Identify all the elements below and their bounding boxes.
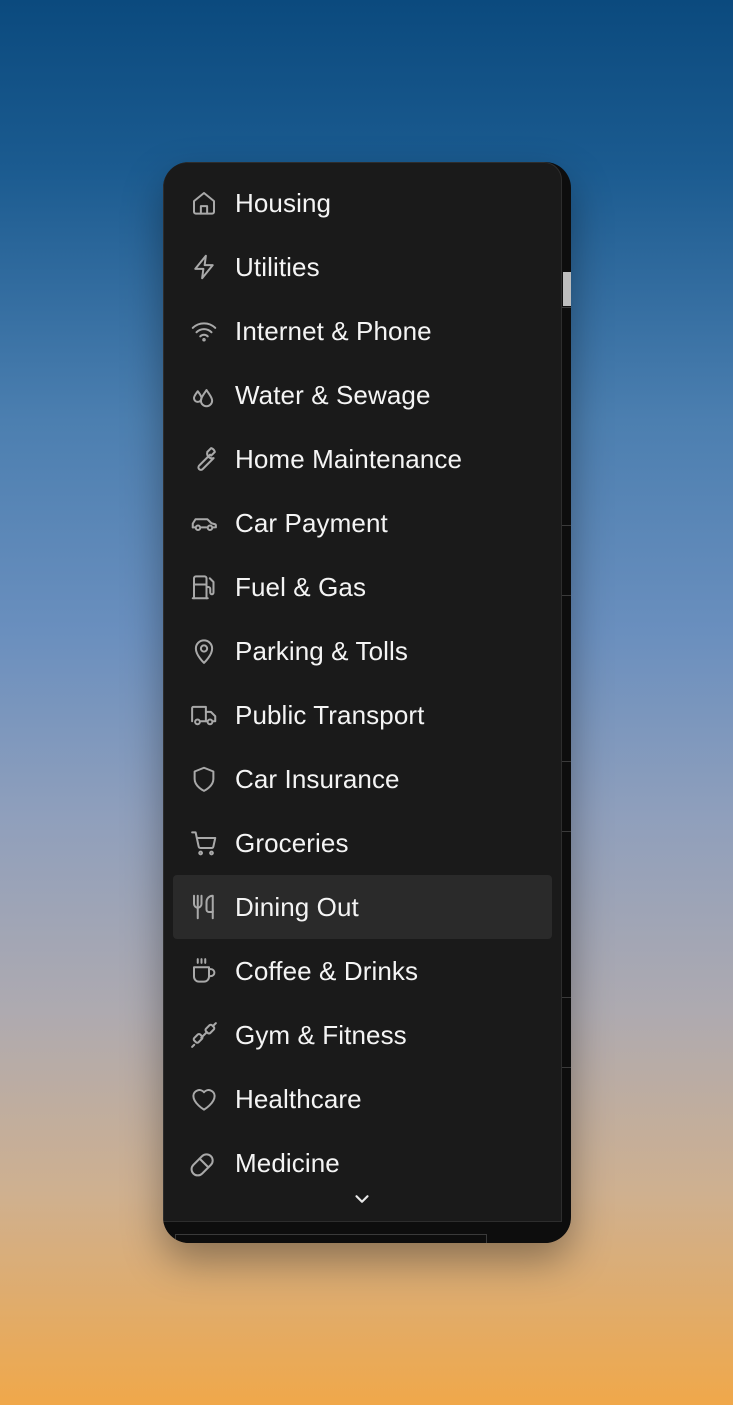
menu-item-coffee-drinks[interactable]: Coffee & Drinks [173,939,552,1003]
menu-item-public-transport[interactable]: Public Transport [173,683,552,747]
menu-item-label: Home Maintenance [235,443,463,474]
menu-item-label: Public Transport [235,699,425,730]
menu-item-gym-fitness[interactable]: Gym & Fitness [173,1003,552,1067]
menu-item-label: Housing [235,187,332,218]
menu-item-utilities[interactable]: Utilities [173,235,552,299]
heart-icon [189,1084,219,1114]
utensils-icon [189,892,219,922]
menu-item-label: Car Insurance [235,763,400,794]
menu-item-car-insurance[interactable]: Car Insurance [173,747,552,811]
truck-icon [189,700,219,730]
background-column-peek [563,272,571,306]
underlying-field-edge [175,1234,487,1243]
menu-item-label: Internet & Phone [235,315,432,346]
droplets-icon [189,380,219,410]
menu-item-fuel-gas[interactable]: Fuel & Gas [173,555,552,619]
divider [561,761,571,762]
divider [561,525,571,526]
menu-item-label: Fuel & Gas [235,571,367,602]
house-icon [189,188,219,218]
menu-item-label: Medicine [235,1147,340,1178]
category-list: Housing Utilities Internet & Phone Water… [164,163,561,1195]
divider [561,595,571,596]
lightning-icon [189,252,219,282]
wrench-icon [189,444,219,474]
menu-item-medicine[interactable]: Medicine [173,1131,552,1195]
menu-item-home-maintenance[interactable]: Home Maintenance [173,427,552,491]
divider [561,1067,571,1068]
divider [561,997,571,998]
dumbbell-icon [189,1020,219,1050]
menu-item-housing[interactable]: Housing [173,171,552,235]
menu-item-water-sewage[interactable]: Water & Sewage [173,363,552,427]
menu-item-label: Gym & Fitness [235,1019,407,1050]
menu-item-label: Parking & Tolls [235,635,408,666]
menu-item-label: Healthcare [235,1083,362,1114]
menu-item-car-payment[interactable]: Car Payment [173,491,552,555]
fuel-pump-icon [189,572,219,602]
wifi-icon [189,316,219,346]
menu-item-label: Water & Sewage [235,379,431,410]
divider [561,307,571,308]
category-dropdown-menu: Housing Utilities Internet & Phone Water… [163,162,562,1222]
chevron-down-icon [355,1195,369,1203]
menu-item-dining-out[interactable]: Dining Out [173,875,552,939]
car-icon [189,508,219,538]
menu-item-healthcare[interactable]: Healthcare [173,1067,552,1131]
menu-item-label: Utilities [235,251,320,282]
menu-item-groceries[interactable]: Groceries [173,811,552,875]
menu-item-label: Car Payment [235,507,388,538]
menu-item-label: Coffee & Drinks [235,955,419,986]
pill-icon [189,1148,219,1178]
category-picker-window: Housing Utilities Internet & Phone Water… [163,162,571,1243]
menu-item-internet-phone[interactable]: Internet & Phone [173,299,552,363]
shield-icon [189,764,219,794]
menu-item-label: Dining Out [235,891,359,922]
scroll-down-button[interactable] [350,1187,374,1211]
menu-item-label: Groceries [235,827,349,858]
map-pin-icon [189,636,219,666]
shopping-cart-icon [189,828,219,858]
divider [561,831,571,832]
menu-item-parking-tolls[interactable]: Parking & Tolls [173,619,552,683]
coffee-cup-icon [189,956,219,986]
